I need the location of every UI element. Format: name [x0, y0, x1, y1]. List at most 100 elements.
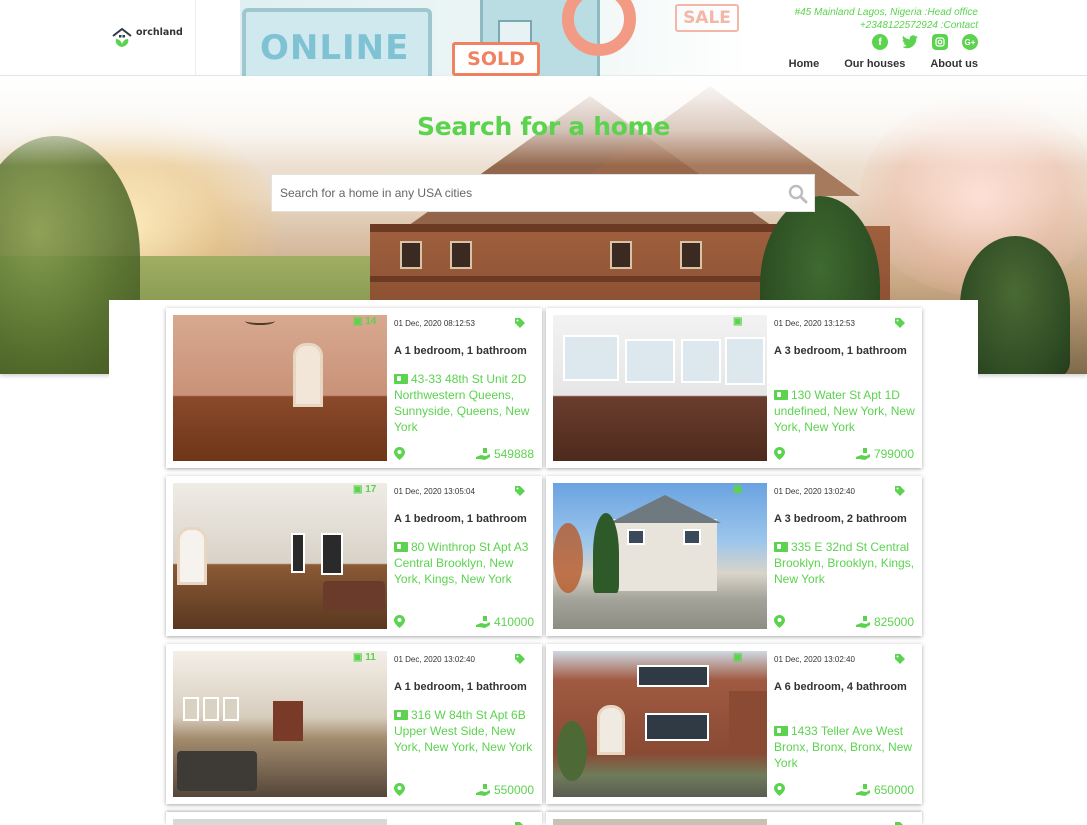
tag-icon[interactable]: [894, 317, 906, 329]
photo-bush: [557, 721, 587, 781]
search-input[interactable]: [272, 175, 782, 211]
listing-rooms: A 3 bedroom, 1 bathroom: [774, 345, 907, 357]
listing-card[interactable]: ▣ 14 01 Dec, 2020 08:12:53 A 1 bedroom, …: [166, 308, 542, 468]
location-pin-icon[interactable]: [394, 447, 405, 460]
listing-date: 01 Dec, 2020 13:05:04: [394, 487, 475, 496]
price-value: 799000: [873, 447, 914, 461]
tag-icon[interactable]: [894, 821, 906, 825]
tag-icon[interactable]: [514, 317, 526, 329]
logo-house-icon: [112, 27, 132, 47]
listing-address[interactable]: 1433 Teller Ave West Bronx, Bronx, Bronx…: [774, 723, 920, 771]
twitter-icon[interactable]: [902, 34, 918, 50]
listing-photo[interactable]: [553, 483, 767, 629]
listing-address[interactable]: 80 Winthrop St Apt A3 Central Brooklyn, …: [394, 539, 540, 587]
photo-sofa: [177, 751, 257, 791]
header-banner-image: ONLINE SOLD SALE: [240, 0, 750, 76]
address-card-icon: [774, 390, 788, 400]
main-nav: Home Our houses About us: [789, 58, 978, 70]
listing-card-partial[interactable]: [166, 812, 542, 825]
tag-icon[interactable]: [514, 821, 526, 825]
listing-photo[interactable]: [553, 651, 767, 797]
photo-window: [321, 533, 343, 575]
address-card-icon: [394, 710, 408, 720]
photo-doorway: [177, 527, 207, 585]
photo-count: ▣: [733, 652, 743, 663]
listing-card[interactable]: ▣ 17 01 Dec, 2020 13:05:04 A 1 bedroom, …: [166, 476, 542, 636]
price-value: 650000: [873, 783, 914, 797]
photo-window: [681, 339, 721, 383]
location-pin-icon[interactable]: [774, 783, 785, 796]
hero-house-window: [610, 241, 632, 269]
hero-house-window: [680, 241, 702, 269]
photo-window: [645, 713, 709, 741]
listing-card-partial[interactable]: [546, 812, 922, 825]
listing-photo[interactable]: [553, 819, 767, 825]
listing-photo[interactable]: [173, 651, 387, 797]
listing-rooms: A 1 bedroom, 1 bathroom: [394, 513, 527, 525]
listing-photo[interactable]: [173, 819, 387, 825]
search-icon[interactable]: [788, 184, 808, 204]
photo-brick-wall: [273, 701, 303, 741]
location-pin-icon[interactable]: [394, 615, 405, 628]
listing-address-text: 1433 Teller Ave West Bronx, Bronx, Bronx…: [774, 724, 913, 770]
facebook-icon[interactable]: f: [872, 34, 888, 50]
listing-address[interactable]: 43-33 48th St Unit 2D Northwestern Queen…: [394, 371, 540, 435]
nav-about-us[interactable]: About us: [930, 58, 978, 70]
listing-price: 550000: [475, 783, 534, 797]
photo-window: [637, 665, 709, 687]
price-value: 825000: [873, 615, 914, 629]
listing-address-text: 43-33 48th St Unit 2D Northwestern Queen…: [394, 372, 530, 434]
tag-icon[interactable]: [894, 485, 906, 497]
tag-icon[interactable]: [894, 653, 906, 665]
photo-archway: [293, 343, 323, 407]
listing-photo[interactable]: [173, 315, 387, 461]
address-card-icon: [394, 542, 408, 552]
listing-address[interactable]: 335 E 32nd St Central Brooklyn, Brooklyn…: [774, 539, 920, 587]
google-plus-icon[interactable]: G+: [962, 34, 978, 50]
photo-sofa: [323, 581, 385, 611]
listing-date: 01 Dec, 2020 13:02:40: [774, 655, 855, 664]
tag-icon[interactable]: [514, 485, 526, 497]
location-pin-icon[interactable]: [394, 783, 405, 796]
location-pin-icon[interactable]: [774, 615, 785, 628]
listing-address[interactable]: 130 Water St Apt 1D undefined, New York,…: [774, 387, 920, 435]
banner-sold-sign: SOLD: [452, 42, 540, 76]
photo-window: [625, 339, 675, 383]
listing-card[interactable]: ▣ 11 01 Dec, 2020 13:02:40 A 1 bedroom, …: [166, 644, 542, 804]
listing-card[interactable]: ▣ 01 Dec, 2020 13:12:53 A 3 bedroom, 1 b…: [546, 308, 922, 468]
instagram-icon[interactable]: [932, 34, 948, 50]
listing-rooms: A 1 bedroom, 1 bathroom: [394, 345, 527, 357]
location-pin-icon[interactable]: [774, 447, 785, 460]
listing-photo[interactable]: [173, 483, 387, 629]
hand-money-icon: [475, 448, 490, 460]
tag-icon[interactable]: [514, 653, 526, 665]
listing-card[interactable]: ▣ 01 Dec, 2020 13:02:40 A 6 bedroom, 4 b…: [546, 644, 922, 804]
listing-photo[interactable]: [553, 315, 767, 461]
photo-count: ▣: [733, 484, 743, 495]
nav-home[interactable]: Home: [789, 58, 820, 70]
listing-card[interactable]: ▣ 01 Dec, 2020 13:02:40 A 3 bedroom, 2 b…: [546, 476, 922, 636]
site-header: orchland ONLINE SOLD SALE #45 Mainland L…: [0, 0, 1087, 76]
listing-price: 825000: [855, 615, 914, 629]
photo-count: ▣ 14: [353, 316, 377, 327]
photo-neighbor-house: [729, 691, 767, 751]
listing-price: 799000: [855, 447, 914, 461]
photo-autumn-tree: [553, 523, 583, 593]
address-card-icon: [394, 374, 408, 384]
photo-count-value: 11: [365, 652, 376, 663]
photo-count-value: 17: [365, 484, 377, 495]
banner-online-text: ONLINE: [260, 28, 410, 68]
nav-our-houses[interactable]: Our houses: [844, 58, 905, 70]
logo-area[interactable]: orchland: [0, 0, 196, 76]
listing-price: 549888: [475, 447, 534, 461]
listing-date: 01 Dec, 2020 13:12:53: [774, 319, 855, 328]
photo-artwork: [223, 697, 239, 721]
listing-rooms: A 6 bedroom, 4 bathroom: [774, 681, 907, 693]
address-card-icon: [774, 726, 788, 736]
listing-address[interactable]: 316 W 84th St Apt 6B Upper West Side, Ne…: [394, 707, 540, 755]
photo-window: [627, 529, 645, 545]
banner-sale-sign: SALE: [675, 4, 739, 32]
photo-artwork: [203, 697, 219, 721]
photo-count-value: 14: [365, 316, 377, 327]
listing-address-text: 316 W 84th St Apt 6B Upper West Side, Ne…: [394, 708, 533, 754]
